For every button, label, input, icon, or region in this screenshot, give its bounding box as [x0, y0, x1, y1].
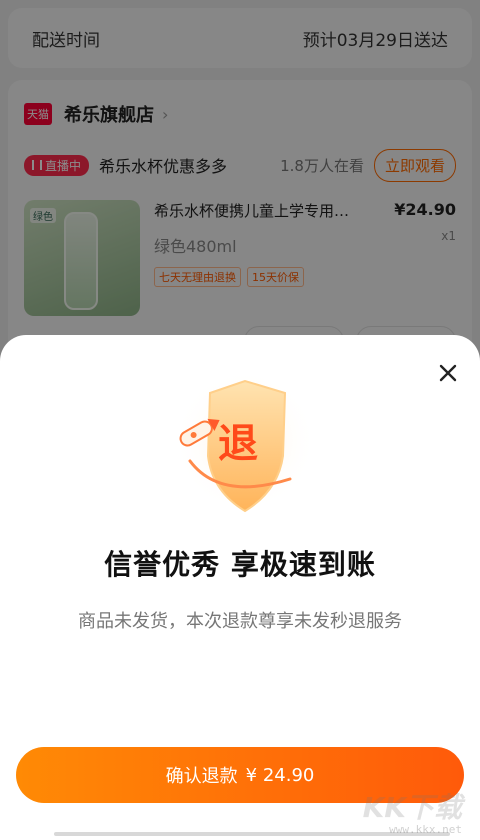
close-icon [439, 364, 457, 382]
watermark-url: www.kkx.net [389, 823, 462, 836]
close-button[interactable] [434, 359, 462, 387]
refund-glyph: 退 [218, 421, 258, 467]
watermark-brand: KK下载 [362, 791, 462, 824]
confirm-label: 确认退款 [165, 766, 238, 787]
confirm-amount: ¥ 24.90 [245, 764, 315, 786]
refund-sheet: 退 信誉优秀 享极速到账 商品未发货，本次退款尊享未发秒退服务 确认退款 ¥ 2… [0, 335, 480, 840]
refund-shield-illustration: 退 [150, 369, 330, 531]
sheet-headline: 信誉优秀 享极速到账 [104, 548, 376, 581]
sheet-subline: 商品未发货，本次退款尊享未发秒退服务 [78, 611, 402, 632]
